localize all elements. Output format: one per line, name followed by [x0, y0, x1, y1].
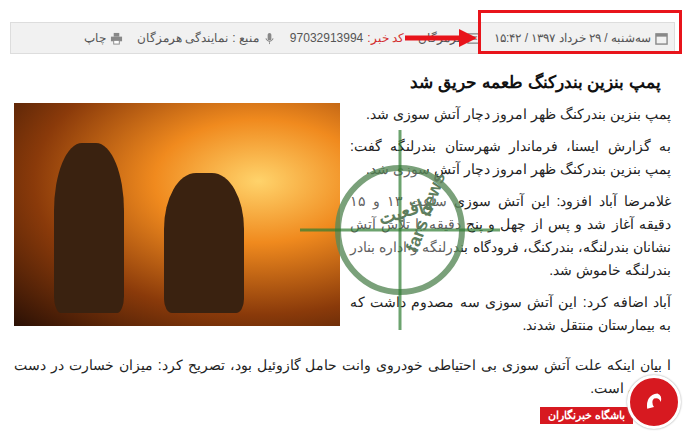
print-item[interactable]: چاپ [84, 31, 123, 45]
meta-label: کد خبر: [367, 31, 404, 45]
calendar-icon [655, 32, 668, 45]
crosshair-icon [300, 130, 500, 330]
article-photo [14, 103, 340, 326]
logo-icon [627, 375, 681, 429]
meta-value: چاپ [84, 31, 106, 45]
paragraph: ا بیان اینکه علت آتش سوزی بی احتیاطی خود… [14, 354, 671, 400]
microphone-icon [263, 32, 276, 45]
printer-icon [110, 32, 123, 45]
date-item: سه‌شنبه / ۲۹ خرداد ۱۳۹۷ / ۱۵:۴۲ [494, 31, 668, 45]
article-title: پمپ بنزین بندرکنگ طعمه حریق شد [14, 72, 661, 93]
meta-value: 97032913994 [290, 31, 363, 45]
meta-bar: سه‌شنبه / ۲۹ خرداد ۱۳۹۷ / ۱۵:۴۲هرمزگانکد… [10, 22, 675, 54]
source-item: منبع : نمایندگی هرمزگان [137, 31, 276, 45]
news-page: سه‌شنبه / ۲۹ خرداد ۱۳۹۷ / ۱۵:۴۲هرمزگانکد… [0, 0, 685, 433]
date-text: سه‌شنبه / ۲۹ خرداد ۱۳۹۷ / ۱۵:۴۲ [494, 31, 651, 45]
paragraph: آباد اضافه کرد: این آتش سوزی سه مصدوم دا… [350, 291, 671, 337]
highlight-box [478, 10, 682, 54]
logo-label: باشگاه خبرنگاران [540, 407, 633, 424]
watermark: واقعیتfars news [300, 130, 500, 330]
meta-value: نمایندگی هرمزگان [137, 31, 228, 45]
code-item: کد خبر: 97032913994 [290, 31, 404, 45]
arrow-icon [405, 28, 477, 48]
paragraph: پمپ بنزین بندرکنگ ظهر امروز دچار آتش سوز… [350, 103, 671, 126]
meta-label: منبع : [232, 31, 259, 45]
site-logo[interactable]: باشگاه خبرنگاران [540, 375, 681, 429]
